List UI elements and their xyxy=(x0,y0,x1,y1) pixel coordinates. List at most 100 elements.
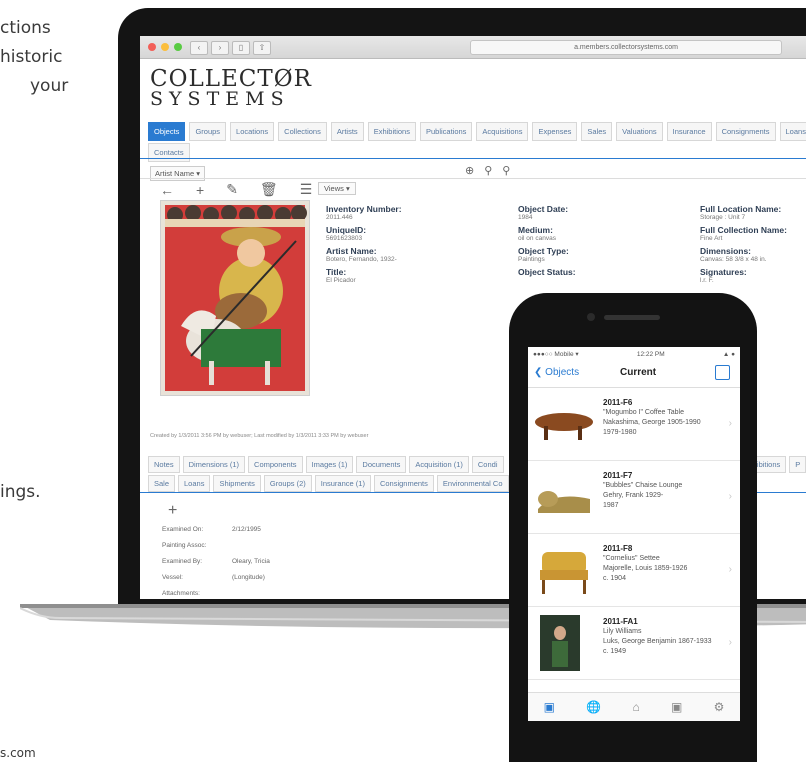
menu-item-expenses[interactable]: Expenses xyxy=(532,122,578,141)
field-value: Storage : Unit 7 xyxy=(700,214,746,221)
object-list-item[interactable]: 2011-F6 "Mogumbo I" Coffee Table Nakashima… xyxy=(528,388,740,461)
object-text: 2011-F8 "Cornelius" Settee Majorelle, Loui… xyxy=(603,544,687,584)
object-id: 2011-F6 xyxy=(603,398,633,407)
menu-item-valuations[interactable]: Valuations xyxy=(616,122,663,141)
logo-bottom-text: SYSTEMS xyxy=(150,88,290,110)
url-bar[interactable]: a.members.collectorsystems.com xyxy=(470,40,782,55)
side-text-4: ings. xyxy=(0,482,41,502)
detail-tab[interactable]: Dimensions (1) xyxy=(182,456,246,473)
add-record-icon[interactable]: + xyxy=(168,502,177,520)
menu-item-loans[interactable]: Loans xyxy=(779,122,806,141)
search-icon[interactable]: ⚲ xyxy=(484,164,492,177)
object-title: "Bubbles" Chaise Lounge xyxy=(603,482,683,489)
sidebar-toggle-icon[interactable]: ▯ xyxy=(232,41,250,55)
camera-icon xyxy=(587,313,595,321)
object-id: 2011-FA1 xyxy=(603,617,638,626)
zoom-in-icon[interactable]: ⊕ xyxy=(465,164,474,177)
menu-item-groups[interactable]: Groups xyxy=(189,122,227,141)
detail-value: Oleary, Tricia xyxy=(232,558,270,565)
field-label: Object Date: xyxy=(518,204,569,214)
share-icon[interactable]: ⇧ xyxy=(253,41,271,55)
menu-item-collections[interactable]: Collections xyxy=(278,122,327,141)
trash-icon[interactable]: 🗑 xyxy=(260,181,278,198)
detail-tab[interactable]: Notes xyxy=(148,456,180,473)
compose-edit-icon[interactable] xyxy=(715,365,730,380)
menu-item-sales[interactable]: Sales xyxy=(581,122,613,141)
object-date: c. 1949 xyxy=(603,648,626,655)
field-label: Full Collection Name: xyxy=(700,225,787,235)
browser-back-icon[interactable]: ‹ xyxy=(190,41,208,55)
detail-tab[interactable]: Groups (2) xyxy=(263,475,312,492)
field-label: Artist Name: xyxy=(326,246,377,256)
detail-tab[interactable]: Images (1) xyxy=(305,456,354,473)
gear-icon[interactable]: ⚙ xyxy=(714,700,725,714)
menu-item-consignments[interactable]: Consignments xyxy=(715,122,776,141)
menu-item-locations[interactable]: Locations xyxy=(230,122,275,141)
detail-tab[interactable]: Insurance (1) xyxy=(314,475,371,492)
minimize-window-button[interactable] xyxy=(161,43,169,51)
phone-screen: ●●●○○ Mobile ▾ 12:22 PM ▲ ● ❮ Objects Cu… xyxy=(528,347,740,721)
detail-tab[interactable]: Acquisition (1) xyxy=(409,456,469,473)
field-value: Canvas: 58 3/8 x 48 in. xyxy=(700,256,767,263)
chevron-right-icon: › xyxy=(728,637,732,648)
browser-chrome: ‹ › ▯ ⇧ a.members.collectorsystems.com xyxy=(140,36,806,59)
menu-item-exhibitions[interactable]: Exhibitions xyxy=(367,122,416,141)
detail-tab[interactable]: P xyxy=(789,456,806,473)
field-value: El Picador xyxy=(326,277,356,284)
field-value: Paintings xyxy=(518,256,545,263)
object-artist: Gehry, Frank 1929- xyxy=(603,492,664,499)
field-label: UniqueID: xyxy=(326,225,367,235)
object-title: "Cornelius" Settee xyxy=(603,555,660,562)
side-text-2: historic xyxy=(0,47,63,67)
detail-key: Examined By: xyxy=(162,558,203,565)
detail-tab[interactable]: Documents xyxy=(356,456,407,473)
edit-pencil-icon[interactable]: ✎ xyxy=(226,181,238,198)
object-list-item[interactable]: 2011-F8 "Cornelius" Settee Majorelle, Loui… xyxy=(528,534,740,607)
object-text: 2011-F6 "Mogumbo I" Coffee Table Nakashima… xyxy=(603,398,701,438)
add-icon[interactable]: + xyxy=(196,182,204,198)
menu-contacts[interactable]: Contacts xyxy=(148,143,190,162)
menu-item-artists[interactable]: Artists xyxy=(330,122,364,141)
detail-row: Examined By: Oleary, Tricia xyxy=(162,558,270,574)
detail-value: (Longitude) xyxy=(232,574,265,581)
image-icon[interactable]: ▣ xyxy=(544,700,555,714)
field-label: Title: xyxy=(326,267,347,277)
back-objects-button[interactable]: ❮ Objects xyxy=(534,367,579,378)
browser-forward-icon[interactable]: › xyxy=(211,41,229,55)
detail-tab[interactable]: Loans xyxy=(178,475,211,492)
toolbar-divider xyxy=(140,178,806,179)
list-icon[interactable]: ☰ xyxy=(300,181,313,198)
views-dropdown[interactable]: Views ▾ xyxy=(318,182,356,195)
globe-icon[interactable]: 🌐 xyxy=(586,700,601,714)
artwork-image[interactable] xyxy=(160,200,310,396)
object-list-item[interactable]: 2011-FA1 Lily Williams Luks, George Benjam… xyxy=(528,607,740,680)
detail-key: Painting Assoc: xyxy=(162,542,207,549)
object-thumbnail xyxy=(534,615,594,671)
detail-row: Examined On: 2/12/1995 xyxy=(162,526,270,542)
menu-item-acquisitions[interactable]: Acquisitions xyxy=(476,122,529,141)
phone-device: ●●●○○ Mobile ▾ 12:22 PM ▲ ● ❮ Objects Cu… xyxy=(509,293,757,762)
detail-tab[interactable]: Shipments xyxy=(213,475,261,492)
menu-item-publications[interactable]: Publications xyxy=(419,122,473,141)
inbox-icon[interactable]: ▣ xyxy=(671,700,682,714)
speaker-grille xyxy=(604,315,660,320)
detail-tab[interactable]: Environmental Co xyxy=(436,475,509,492)
field-label: Signatures: xyxy=(700,267,747,277)
maximize-window-button[interactable] xyxy=(174,43,182,51)
detail-tab[interactable]: Condi xyxy=(471,456,504,473)
home-icon[interactable]: ⌂ xyxy=(632,700,639,714)
menu-item-insurance[interactable]: Insurance xyxy=(666,122,712,141)
collector-systems-logo: COLLECTØR SYSTEMS xyxy=(150,66,312,110)
field-label: Full Location Name: xyxy=(700,204,782,214)
fields-column-3: Full Location Name: Storage : Unit 7 Full … xyxy=(700,200,787,284)
back-arrow-icon[interactable]: ← xyxy=(160,182,174,198)
search-advanced-icon[interactable]: ⚲ xyxy=(502,164,510,177)
detail-tab[interactable]: Components xyxy=(248,456,303,473)
object-date: 1979-1980 xyxy=(603,429,637,436)
field-value: Botero, Fernando, 1932- xyxy=(326,256,397,263)
menu-item-objects[interactable]: Objects xyxy=(148,122,186,141)
detail-tab[interactable]: Sale xyxy=(148,475,176,492)
object-list-item[interactable]: 2011-F7 "Bubbles" Chaise Lounge Gehry, Fra… xyxy=(528,461,740,534)
detail-tab[interactable]: Consignments xyxy=(373,475,434,492)
close-window-button[interactable] xyxy=(148,43,156,51)
